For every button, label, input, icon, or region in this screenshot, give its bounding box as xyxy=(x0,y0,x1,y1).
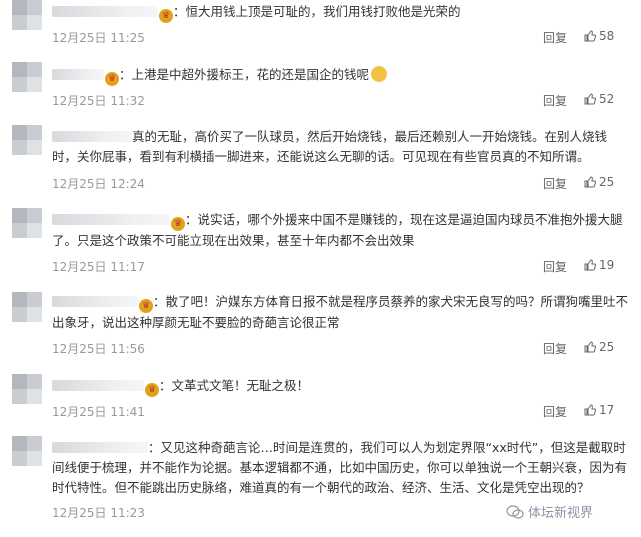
reply-button[interactable]: 回复 xyxy=(543,258,567,275)
username[interactable] xyxy=(52,296,138,307)
comment-text-block: ♛ ：说实话，哪个外援来中国不是赚钱的，现在这是逼迫国内球员不准抱外援大腿了。只是… xyxy=(52,210,630,251)
vip-crown-icon: ♛ xyxy=(139,299,153,313)
comment-time: 12月25日 11:32 xyxy=(52,94,145,108)
comment-time: 12月25日 11:41 xyxy=(52,405,145,419)
avatar[interactable] xyxy=(12,292,42,322)
avatar[interactable] xyxy=(12,436,42,466)
username[interactable] xyxy=(52,214,170,225)
comment-text-block: ♛ ：散了吧！沪媒东方体育日报不就是程序员蔡养的家犬宋无良写的吗？所谓狗嘴里吐不出… xyxy=(52,292,630,333)
like-button[interactable]: 52 xyxy=(584,92,614,106)
avatar[interactable] xyxy=(12,374,42,404)
comment-time: 12月25日 11:17 xyxy=(52,260,145,274)
emoji-icon xyxy=(371,66,388,82)
reply-button[interactable]: 回复 xyxy=(543,340,567,357)
like-count: 52 xyxy=(599,92,615,106)
comment-text-block: 真的无耻，高价买了一队球员，然后开始烧钱，最后还赖别人一开始烧钱。在别人烧钱时，… xyxy=(52,127,630,167)
watermark-text: 体坛新视界 xyxy=(528,506,594,521)
comment-text-block: ♛ ：上港是中超外援标王，花的还是国企的钱呢 xyxy=(52,65,630,86)
avatar[interactable] xyxy=(12,208,42,238)
like-count: 58 xyxy=(599,29,615,43)
vip-crown-icon: ♛ xyxy=(145,383,159,397)
like-count: 17 xyxy=(599,403,615,417)
comment-time: 12月25日 11:23 xyxy=(52,506,145,520)
username[interactable] xyxy=(52,380,144,391)
thumb-up-icon xyxy=(584,30,596,42)
reply-button[interactable]: 回复 xyxy=(543,403,567,420)
thumb-up-icon xyxy=(584,93,596,105)
like-button[interactable]: 25 xyxy=(584,340,614,354)
watermark: 体坛新视界 xyxy=(506,502,593,521)
thumb-up-icon xyxy=(584,404,596,416)
comment-text: ：文革式文笔！无耻之极！ xyxy=(159,378,310,393)
avatar[interactable] xyxy=(12,0,42,30)
username[interactable] xyxy=(52,442,148,453)
like-count: 25 xyxy=(599,175,615,189)
thumb-up-icon xyxy=(584,259,596,271)
comment-time: 12月25日 12:24 xyxy=(52,177,145,191)
like-button[interactable]: 58 xyxy=(584,29,614,43)
reply-button[interactable]: 回复 xyxy=(543,175,567,192)
like-count: 25 xyxy=(599,340,615,354)
username[interactable] xyxy=(52,6,158,17)
avatar[interactable] xyxy=(12,62,42,92)
like-button[interactable]: 25 xyxy=(584,175,614,189)
username[interactable] xyxy=(52,69,104,80)
reply-button[interactable]: 回复 xyxy=(543,92,567,109)
comment-time: 12月25日 11:56 xyxy=(52,342,145,356)
vip-crown-icon: ♛ xyxy=(171,217,185,231)
comment-text-block: ♛ ：恒大用钱上顶是可耻的，我们用钱打败他是光荣的 xyxy=(52,2,630,23)
like-count: 19 xyxy=(599,258,615,272)
wechat-icon xyxy=(506,505,524,519)
avatar[interactable] xyxy=(12,125,42,155)
comment-text: 真的无耻，高价买了一队球员，然后开始烧钱，最后还赖别人一开始烧钱。在别人烧钱时，… xyxy=(52,129,608,164)
reply-button[interactable]: 回复 xyxy=(543,29,567,46)
comment-time: 12月25日 11:25 xyxy=(52,31,145,45)
like-button[interactable]: 19 xyxy=(584,258,614,272)
comment-text: ：上港是中超外援标王，花的还是国企的钱呢 xyxy=(119,67,370,82)
like-button[interactable]: 17 xyxy=(584,403,614,417)
username[interactable] xyxy=(52,131,132,142)
vip-crown-icon: ♛ xyxy=(159,9,173,23)
comment-text-block: ：又见这种奇葩言论…时间是连贯的，我们可以人为划定界限“xx时代”，但这是截取时… xyxy=(52,438,630,498)
comment-text: ：恒大用钱上顶是可耻的，我们用钱打败他是光荣的 xyxy=(173,4,461,19)
vip-crown-icon: ♛ xyxy=(105,72,119,86)
thumb-up-icon xyxy=(584,341,596,353)
thumb-up-icon xyxy=(584,176,596,188)
comment-text: ：散了吧！沪媒东方体育日报不就是程序员蔡养的家犬宋无良写的吗？所谓狗嘴里吐不出象… xyxy=(52,294,629,330)
comment-text-block: ♛ ：文革式文笔！无耻之极！ xyxy=(52,376,630,397)
